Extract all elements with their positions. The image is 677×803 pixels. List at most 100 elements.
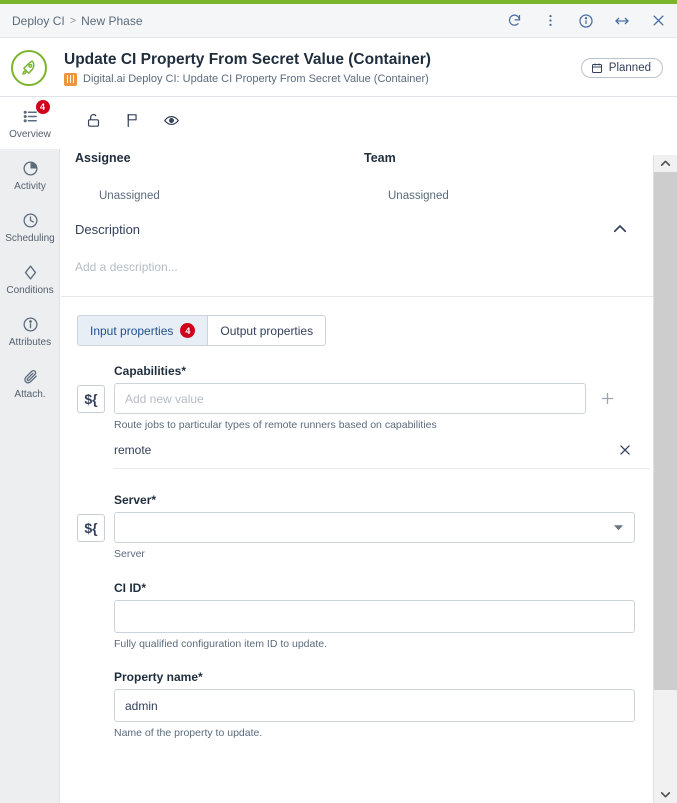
- window-titlebar: Deploy CI > New Phase: [0, 4, 677, 38]
- property-name-input[interactable]: admin: [114, 689, 635, 722]
- sidebar-item-label: Attributes: [8, 336, 52, 348]
- sidebar-item-label: Conditions: [6, 284, 54, 296]
- team-column: Team Unassigned: [364, 151, 653, 202]
- server-select[interactable]: [114, 512, 635, 543]
- sidebar-item-overview[interactable]: 4 Overview: [0, 97, 60, 149]
- breadcrumb-separator: >: [69, 14, 77, 27]
- info-icon[interactable]: [577, 12, 595, 30]
- field-label-text: Capabilities: [114, 364, 182, 378]
- chevron-up-icon[interactable]: [611, 220, 629, 238]
- team-value[interactable]: Unassigned: [388, 190, 653, 202]
- required-marker: *: [198, 670, 203, 684]
- sidebar-item-attributes[interactable]: Attributes: [0, 305, 60, 357]
- capabilities-input[interactable]: Add new value: [114, 383, 586, 414]
- field-label: Capabilities*: [114, 364, 653, 378]
- action-icon-row: [61, 97, 653, 129]
- tab-input-properties[interactable]: Input properties 4: [77, 315, 209, 346]
- eye-icon[interactable]: [163, 112, 180, 129]
- variable-button-capabilities[interactable]: ${: [77, 384, 105, 413]
- main-content: Assignee Unassigned Team Unassigned Desc…: [61, 97, 653, 803]
- breadcrumb-root[interactable]: Deploy CI: [12, 14, 65, 28]
- required-marker: *: [181, 364, 187, 378]
- plus-icon[interactable]: [599, 390, 616, 407]
- status-badge-label: Planned: [608, 61, 651, 74]
- field-label-text: Property name: [114, 670, 199, 684]
- left-sidebar: 4 Overview Activity Scheduling Condition…: [0, 97, 60, 803]
- window-actions: [505, 12, 667, 30]
- tab-label: Output properties: [220, 323, 314, 338]
- scroll-up-button[interactable]: [654, 155, 677, 172]
- rocket-icon: [11, 49, 47, 86]
- scrollbar-track[interactable]: [654, 172, 677, 786]
- properties-tabs: Input properties 4 Output properties: [61, 297, 653, 346]
- field-label-text: CI ID: [114, 581, 142, 595]
- breadcrumb: Deploy CI > New Phase: [12, 14, 143, 28]
- header-text: Update CI Property From Secret Value (Co…: [64, 50, 581, 86]
- field-row: admin: [61, 689, 653, 722]
- ci-id-input[interactable]: [114, 600, 635, 633]
- diamond-icon: [22, 263, 39, 282]
- info-circle-icon: [22, 315, 39, 334]
- pie-clock-icon: [22, 159, 39, 178]
- sidebar-badge-overview: 4: [35, 99, 50, 114]
- resize-icon[interactable]: [613, 12, 631, 30]
- sidebar-item-label: Overview: [9, 128, 51, 140]
- description-label: Description: [75, 221, 141, 237]
- sidebar-item-activity[interactable]: Activity: [0, 149, 60, 201]
- sidebar-item-scheduling[interactable]: Scheduling: [0, 201, 60, 253]
- field-hint: Name of the property to update.: [114, 727, 263, 739]
- field-property-name: Property name* admin Name of the propert…: [61, 670, 653, 739]
- field-row: [61, 600, 653, 633]
- page-subtitle: Digital.ai Deploy CI: Update CI Property…: [83, 73, 429, 85]
- field-row: ${: [61, 512, 653, 543]
- field-capabilities: Capabilities* ${ Add new value Route job…: [61, 364, 653, 469]
- field-label: Server*: [114, 493, 653, 507]
- clock-icon: [22, 211, 39, 230]
- field-ci-id: CI ID* Fully qualified configuration ite…: [61, 581, 653, 650]
- tab-badge: 4: [180, 323, 196, 338]
- description-input[interactable]: Add a description...: [61, 238, 653, 274]
- tab-output-properties[interactable]: Output properties: [208, 315, 327, 346]
- scroll-down-button[interactable]: [654, 786, 677, 803]
- assignee-value[interactable]: Unassigned: [99, 190, 364, 202]
- task-type-icon: [64, 72, 77, 86]
- field-server: Server* ${ Server: [61, 493, 653, 560]
- sidebar-item-attachments[interactable]: Attach.: [0, 357, 60, 409]
- field-hint: Route jobs to particular types of remote…: [114, 419, 437, 431]
- sidebar-item-conditions[interactable]: Conditions: [0, 253, 60, 305]
- variable-button-server[interactable]: ${: [77, 513, 105, 542]
- page-subtitle-row: Digital.ai Deploy CI: Update CI Property…: [64, 72, 581, 86]
- calendar-icon: [591, 62, 603, 74]
- flag-icon[interactable]: [124, 112, 141, 129]
- close-icon[interactable]: [618, 443, 632, 457]
- team-label: Team: [364, 151, 396, 165]
- scrollbar-thumb[interactable]: [654, 172, 677, 690]
- field-label-text: Server: [114, 493, 152, 507]
- more-menu-icon[interactable]: [541, 12, 559, 30]
- tab-label: Input properties: [90, 323, 174, 338]
- capability-chip-row: remote: [114, 443, 650, 469]
- required-marker: *: [141, 581, 147, 595]
- properties-form: Capabilities* ${ Add new value Route job…: [61, 346, 653, 739]
- sidebar-item-label: Attach.: [14, 388, 46, 400]
- close-icon[interactable]: [649, 12, 667, 30]
- sidebar-item-label: Activity: [14, 180, 46, 192]
- page-header: Update CI Property From Secret Value (Co…: [0, 39, 677, 97]
- field-label: Property name*: [114, 670, 653, 684]
- window-root: Deploy CI > New Phase Update CI Property…: [0, 0, 677, 803]
- unlock-icon[interactable]: [85, 112, 102, 129]
- field-hint: Server: [114, 548, 145, 560]
- breadcrumb-current[interactable]: New Phase: [81, 14, 142, 28]
- field-hint: Fully qualified configuration item ID to…: [114, 638, 328, 650]
- description-header: Description: [61, 202, 629, 238]
- sidebar-item-label: Scheduling: [5, 232, 55, 244]
- assignee-label: Assignee: [75, 151, 131, 165]
- vertical-scrollbar[interactable]: [653, 155, 677, 803]
- assignee-column: Assignee Unassigned: [75, 151, 364, 202]
- refresh-icon[interactable]: [505, 12, 523, 30]
- caret-down-icon[interactable]: [613, 522, 624, 533]
- paperclip-icon: [22, 367, 39, 386]
- page-title: Update CI Property From Secret Value (Co…: [64, 50, 431, 68]
- capability-chip-value: remote: [114, 443, 152, 457]
- status-badge[interactable]: Planned: [580, 57, 663, 78]
